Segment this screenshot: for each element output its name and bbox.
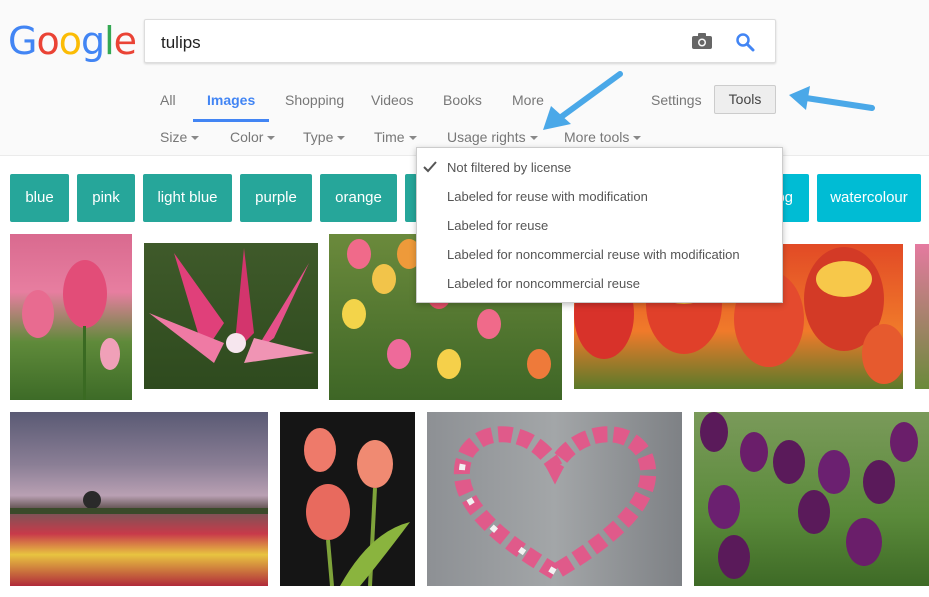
tab-books[interactable]: Books [443,92,482,108]
header: Google tulips All Images Shopping Videos… [0,0,929,156]
tools-button[interactable]: Tools [714,85,776,114]
image-result[interactable] [280,412,415,586]
filter-label: Usage rights [447,129,526,145]
menu-item-noncommercial[interactable]: Labeled for noncommercial reuse [447,276,640,291]
tab-images[interactable]: Images [207,92,255,108]
tab-shopping[interactable]: Shopping [285,92,344,108]
chip-light-blue[interactable]: light blue [143,174,232,222]
google-logo[interactable]: Google [8,18,137,64]
tulip-image [700,412,918,579]
tab-videos[interactable]: Videos [371,92,414,108]
logo-letter: e [113,19,137,63]
image-result[interactable] [915,244,929,389]
filter-time[interactable]: Time [374,129,417,145]
chip-pink[interactable]: pink [77,174,135,222]
image-result[interactable] [10,412,268,586]
search-box[interactable]: tulips [144,19,776,63]
filter-color[interactable]: Color [230,129,276,145]
checkmark-icon [423,161,437,173]
active-tab-indicator [193,119,269,122]
settings-link[interactable]: Settings [651,92,702,108]
menu-item-reuse-modification[interactable]: Labeled for reuse with modification [447,189,648,204]
caret-down-icon [529,136,538,141]
tab-all[interactable]: All [160,92,176,108]
tulip-image [304,428,410,586]
caret-down-icon [633,136,642,141]
logo-letter: G [8,19,37,63]
image-result[interactable] [144,243,318,389]
filter-size[interactable]: Size [160,129,200,145]
caret-down-icon [337,136,346,141]
tulip-heart-image [454,426,656,582]
filter-label: Type [303,129,334,145]
filter-type[interactable]: Type [303,129,346,145]
chip-orange[interactable]: orange [320,174,397,222]
search-input[interactable]: tulips [161,33,201,53]
filter-label: Size [160,129,188,145]
annotation-arrow-icon [543,71,623,130]
camera-icon[interactable] [691,32,713,50]
filter-usage-rights[interactable]: Usage rights [447,129,538,145]
logo-letter: l [104,19,115,63]
menu-item-reuse[interactable]: Labeled for reuse [447,218,548,233]
tulip-field-image [10,491,268,514]
caret-down-icon [267,136,276,141]
logo-letter: o [58,19,82,63]
chip-blue[interactable]: blue [10,174,69,222]
menu-item-noncommercial-modification[interactable]: Labeled for noncommercial reuse with mod… [447,247,740,262]
tulip-image [149,248,314,363]
search-icon[interactable] [735,32,755,52]
chip-purple[interactable]: purple [240,174,312,222]
image-result[interactable] [427,412,682,586]
filter-label: Time [374,129,405,145]
caret-down-icon [408,136,417,141]
chip-watercolour[interactable]: watercolour [817,174,921,222]
logo-letter: o [36,19,59,63]
caret-down-icon [191,136,200,141]
logo-letter: g [80,19,105,63]
usage-rights-menu: Not filtered by license Labeled for reus… [416,147,783,303]
image-result[interactable] [694,412,929,586]
tulip-image [22,260,120,400]
menu-item-not-filtered[interactable]: Not filtered by license [447,160,571,175]
image-result[interactable] [10,234,132,400]
filter-label: Color [230,129,264,145]
annotation-arrow-icon [789,86,875,111]
